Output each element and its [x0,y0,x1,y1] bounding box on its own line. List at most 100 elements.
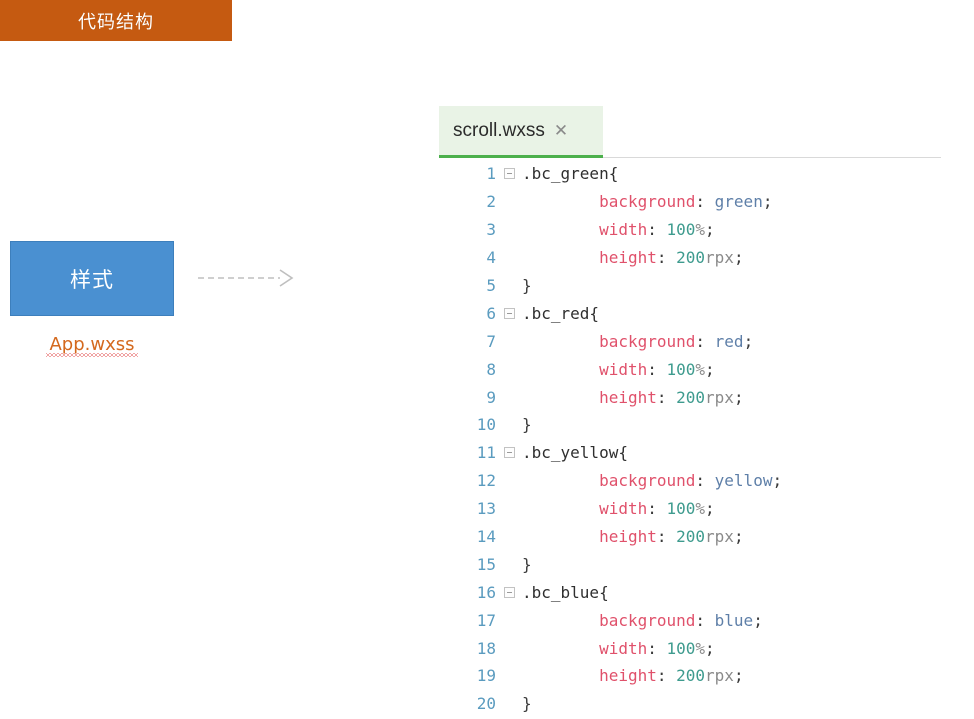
code-line[interactable]: 2 background: green; [438,188,942,216]
code-token: : [647,638,667,658]
code-token: green [714,192,763,212]
code-token: ; [733,387,744,407]
code-line[interactable]: 7 background: red; [438,327,942,355]
code-line[interactable]: 1 .bc_green{ [438,160,942,188]
fold-collapse-icon[interactable] [496,447,522,459]
code-token: : [695,192,715,212]
code-token: .bc_blue{ [522,582,609,602]
code-line[interactable]: 3 width: 100%; [438,216,942,244]
editor-tab-bar: scroll.wxss ✕ [438,106,942,158]
code-line[interactable]: 5} [438,272,942,300]
line-number: 14 [476,527,496,547]
code-text: background: yellow; [522,471,942,490]
line-number: 17 [476,610,496,630]
code-token: } [522,276,532,295]
code-line[interactable]: 8 width: 100%; [438,355,942,383]
code-line[interactable]: 6 .bc_red{ [438,299,942,327]
line-number: 18 [476,638,496,658]
spellcheck-squiggle-underline [46,353,138,357]
line-number: 1 [486,164,496,184]
code-line[interactable]: 11 .bc_yellow{ [438,439,942,467]
code-token: ; [733,666,744,686]
diagram-node-caption: App.wxss [10,334,174,357]
close-icon[interactable]: ✕ [554,122,568,139]
diagram-node-style: 样式 [10,241,174,316]
code-text: width: 100%; [522,360,942,379]
code-text: width: 100%; [522,499,942,518]
line-number: 2 [486,192,496,212]
line-number: 4 [486,248,496,268]
line-number: 16 [476,582,496,602]
code-line[interactable]: 18 width: 100%; [438,634,942,662]
code-line[interactable]: 10} [438,411,942,439]
code-token: background [599,331,696,351]
diagram-node-label: 样式 [70,267,114,292]
fold-box-minus-icon [503,168,515,180]
slide-title-banner: 代码结构 [0,0,232,41]
code-token: rpx [705,387,734,407]
code-text: } [522,694,942,713]
code-token: 100 [666,359,696,379]
code-token: ; [762,192,773,212]
code-token: background [599,610,696,630]
line-number: 20 [476,694,496,714]
code-line[interactable]: 20} [438,690,942,718]
code-text: height: 200rpx; [522,248,942,267]
code-line[interactable]: 13 width: 100%; [438,495,942,523]
line-number: 3 [486,220,496,240]
code-token: width [599,499,648,519]
code-token: ; [705,638,715,658]
code-token: 200 [676,666,706,686]
code-line[interactable]: 14 height: 200rpx; [438,523,942,551]
code-token: } [522,554,532,574]
line-number: 11 [476,443,496,463]
code-line[interactable]: 19 height: 200rpx; [438,662,942,690]
line-number: 9 [486,387,496,407]
code-token: : [695,610,715,630]
code-line[interactable]: 9 height: 200rpx; [438,383,942,411]
code-content-area[interactable]: 1 .bc_green{2 background: green; 3 width: … [438,160,942,718]
code-token: background [599,471,696,491]
code-line[interactable]: 17 background: blue; [438,606,942,634]
code-token: : [656,387,677,407]
code-token: % [695,359,706,379]
line-number: 6 [486,303,496,323]
slide-title-text: 代码结构 [78,11,154,33]
code-token: ; [772,471,783,491]
code-token: width [599,220,648,240]
code-text: width: 100%; [522,639,942,658]
code-line[interactable]: 16 .bc_blue{ [438,578,942,606]
fold-collapse-icon[interactable] [496,307,522,319]
code-token: red [714,331,744,351]
code-token: : [656,527,677,547]
diagram-node-caption-text: App.wxss [49,334,135,355]
code-token: .bc_green{ [522,164,619,184]
fold-collapse-icon[interactable] [496,168,522,180]
code-token: 200 [676,387,706,407]
code-token: height [599,387,657,407]
code-token: 100 [666,638,696,658]
code-token: background [599,192,696,212]
code-line[interactable]: 12 background: yellow; [438,467,942,495]
code-token: 100 [666,499,696,519]
code-line[interactable]: 4 height: 200rpx; [438,244,942,272]
code-token: .bc_yellow{ [522,443,628,463]
code-token: .bc_red{ [522,303,600,323]
editor-tab-active-indicator [439,155,603,158]
fold-box-minus-icon [503,586,515,598]
code-text: height: 200rpx; [522,527,942,546]
code-token: ; [743,331,754,351]
code-token: : [647,359,667,379]
code-token: height [599,527,657,547]
code-text: } [522,555,942,574]
code-token: : [695,471,715,491]
code-text: height: 200rpx; [522,666,942,685]
code-line[interactable]: 15} [438,550,942,578]
code-text: .bc_red{ [522,304,942,323]
code-text: } [522,276,942,295]
code-text: background: red; [522,332,942,351]
fold-collapse-icon[interactable] [496,586,522,598]
line-number: 8 [486,359,496,379]
code-text: .bc_blue{ [522,583,942,602]
editor-tab-scroll-wxss[interactable]: scroll.wxss ✕ [439,106,603,155]
